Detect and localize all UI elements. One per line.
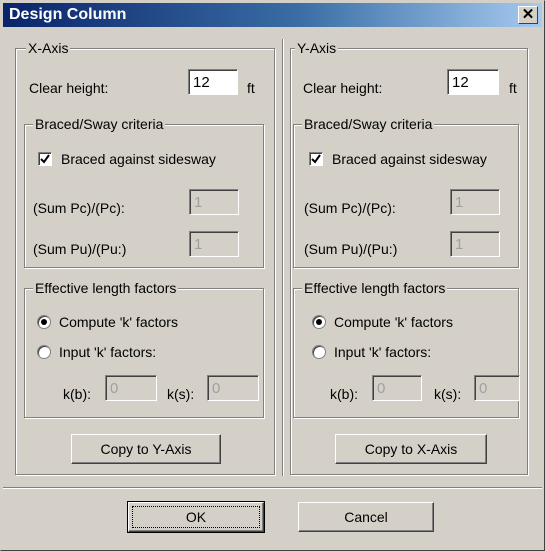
design-column-dialog: Design Column ✕ X-Axis Clear height: ft …	[0, 0, 545, 551]
y-ks-input[interactable]	[474, 375, 520, 401]
x-braced-sway-legend: Braced/Sway criteria	[33, 115, 166, 133]
y-compute-k-label[interactable]: Compute 'k' factors	[334, 313, 453, 331]
ok-button[interactable]: OK	[127, 501, 265, 533]
y-axis-group: Y-Axis Clear height: ft Braced/Sway crit…	[290, 39, 528, 475]
focus-rect	[132, 506, 260, 528]
x-input-k-label[interactable]: Input 'k' factors:	[59, 343, 156, 361]
footer-divider	[3, 487, 542, 489]
y-compute-k-radio[interactable]	[312, 315, 326, 329]
x-compute-k-radio[interactable]	[37, 315, 51, 329]
y-kb-label: k(b):	[330, 386, 358, 402]
y-braced-checkbox-label[interactable]: Braced against sidesway	[332, 150, 487, 168]
y-input-k-label[interactable]: Input 'k' factors:	[334, 343, 431, 361]
x-ks-label: k(s):	[167, 386, 195, 402]
x-braced-sway-group: Braced/Sway criteria Braced against side…	[24, 115, 264, 268]
x-clear-height-label: Clear height:	[29, 80, 109, 96]
x-axis-legend: X-Axis	[26, 39, 71, 57]
x-axis-group: X-Axis Clear height: ft Braced/Sway crit…	[15, 39, 275, 475]
title-bar[interactable]: Design Column ✕	[3, 3, 542, 27]
y-ks-label: k(s):	[434, 386, 462, 402]
y-effective-length-group: Effective length factors Compute 'k' fac…	[293, 279, 520, 418]
x-effective-length-legend: Effective length factors	[33, 279, 179, 297]
y-braced-sway-group: Braced/Sway criteria Braced against side…	[293, 115, 519, 268]
x-kb-label: k(b):	[63, 386, 91, 402]
x-sum-pc-input[interactable]	[189, 189, 239, 215]
x-compute-k-label[interactable]: Compute 'k' factors	[59, 313, 178, 331]
copy-to-x-axis-button[interactable]: Copy to X-Axis	[335, 434, 487, 464]
x-braced-checkbox-label[interactable]: Braced against sidesway	[61, 150, 216, 168]
cancel-button[interactable]: Cancel	[298, 502, 434, 532]
checkmark-icon	[40, 154, 50, 164]
y-input-k-radio[interactable]	[312, 345, 326, 359]
checkmark-icon	[311, 154, 321, 164]
x-input-k-radio[interactable]	[37, 345, 51, 359]
x-kb-input[interactable]	[105, 375, 157, 401]
y-clear-height-unit: ft	[509, 80, 517, 96]
window-title: Design Column	[9, 6, 127, 23]
close-button[interactable]: ✕	[518, 6, 538, 24]
close-icon: ✕	[521, 6, 535, 23]
y-clear-height-label: Clear height:	[303, 80, 383, 96]
y-sum-pc-input[interactable]	[450, 189, 500, 215]
x-sum-pu-input[interactable]	[189, 231, 239, 257]
y-kb-input[interactable]	[372, 375, 422, 401]
x-ks-input[interactable]	[207, 375, 259, 401]
x-sum-pc-label: (Sum Pc)/(Pc):	[33, 200, 125, 216]
axis-divider	[282, 39, 284, 476]
y-braced-checkbox[interactable]	[309, 152, 323, 166]
copy-to-y-axis-button[interactable]: Copy to Y-Axis	[71, 434, 221, 464]
y-clear-height-input[interactable]	[447, 69, 499, 95]
x-effective-length-group: Effective length factors Compute 'k' fac…	[24, 279, 264, 418]
x-braced-checkbox[interactable]	[38, 152, 52, 166]
x-clear-height-unit: ft	[247, 80, 255, 96]
x-sum-pu-label: (Sum Pu)/(Pu:)	[33, 241, 127, 257]
y-braced-sway-legend: Braced/Sway criteria	[302, 115, 435, 133]
x-clear-height-input[interactable]	[188, 69, 238, 95]
y-sum-pu-label: (Sum Pu)/(Pu:)	[304, 241, 398, 257]
y-effective-length-legend: Effective length factors	[302, 279, 448, 297]
y-axis-legend: Y-Axis	[295, 39, 339, 57]
y-sum-pu-input[interactable]	[450, 231, 500, 257]
y-sum-pc-label: (Sum Pc)/(Pc):	[304, 200, 396, 216]
